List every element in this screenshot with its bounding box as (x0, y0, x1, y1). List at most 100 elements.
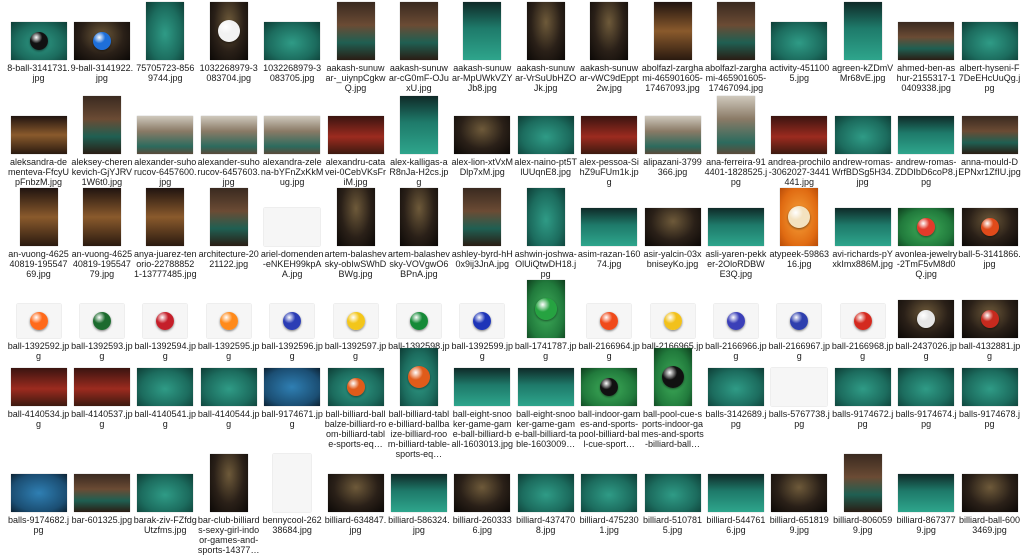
file-tile[interactable]: artem-balashevsky-obIwSWhDBWg.jpg (324, 186, 387, 279)
file-tile[interactable]: albert-hyseni-F7DeEHcUuQg.jpg (958, 0, 1021, 93)
file-tile[interactable]: balls-5767738.jpg (768, 346, 831, 429)
file-tile[interactable]: alexander-suhorucov-6457600.jpg (134, 94, 197, 187)
file-tile[interactable]: anna-mould-DEPNxr1ZfIU.jpg (958, 94, 1021, 177)
file-tile[interactable]: ball-billiard-table-billiard-ballbaize-b… (387, 346, 450, 459)
file-tile[interactable]: aakash-sunuwar-MpUWkVZYJb8.jpg (451, 0, 514, 93)
file-tile[interactable]: 75705723-8569744.jpg (134, 0, 197, 83)
file-tile[interactable]: ball-4140534.jpg (7, 346, 70, 429)
file-tile[interactable]: billiard-5447616.jpg (704, 452, 767, 535)
file-tile[interactable]: 8-ball-3141731.jpg (7, 0, 70, 83)
image-thumbnail (961, 300, 1018, 338)
image-thumbnail (327, 368, 384, 406)
file-tile[interactable]: ashwin-joshwa-OlUiQtwDH18.jpg (514, 186, 577, 279)
file-tile[interactable]: alexander-suhorucov-6457603.jpg (197, 94, 260, 187)
file-tile[interactable]: ashley-byrd-hH0x9ij3JnA.jpg (451, 186, 514, 269)
file-tile[interactable]: alexandra-zelena-bYFnZxKkMug.jpg (261, 94, 324, 187)
file-tile[interactable]: ball-4140541.jpg (134, 346, 197, 429)
file-tile[interactable]: balls-9174672.jpg (831, 346, 894, 429)
file-name-label: atypeek-5986316.jpg (769, 249, 830, 269)
file-tile[interactable]: aleksey-cherenkevich-GjYJRV1W6t0.jpg (70, 94, 133, 187)
file-tile[interactable]: billiard-ball-6003469.jpg (958, 452, 1021, 535)
ball-shape (917, 310, 936, 328)
file-tile[interactable]: ariel-domenden-eNKEH99kpAA.jpg (261, 186, 324, 279)
file-name-label: aakash-sunuwar-MpUWkVZYJb8.jpg (452, 63, 513, 93)
file-tile[interactable]: ball-pool-cue-sports-indoor-games-and-sp… (641, 346, 704, 449)
file-tile[interactable]: asim-razan-16074.jpg (578, 186, 641, 269)
image-thumbnail (143, 304, 188, 338)
file-tile[interactable]: 1032268979-3083705.jpg (261, 0, 324, 83)
file-tile[interactable]: ball-eight-snooker-game-game-ball-billia… (451, 346, 514, 449)
file-tile[interactable]: avonlea-jewelry-2TmF5vM8d0Q.jpg (895, 186, 958, 279)
file-tile[interactable]: anya-juarez-tenorio-227888521-13777485.j… (134, 186, 197, 279)
file-tile[interactable]: architecture-2021122.jpg (197, 186, 260, 269)
file-tile[interactable]: ana-ferreira-914401-1828525.jpg (704, 94, 767, 187)
file-tile[interactable]: balls-9174674.jpg (895, 346, 958, 429)
file-tile[interactable]: ball-billiard-ballbalze-billiard-room-bi… (324, 346, 387, 449)
file-tile[interactable]: ahmed-ben-ashur-2155317-10409338.jpg (895, 0, 958, 93)
file-tile[interactable]: ball-4140537.jpg (70, 346, 133, 429)
file-tile[interactable]: andrew-romas-WrfBDSg5H34.jpg (831, 94, 894, 187)
file-tile[interactable]: billiard-5107815.jpg (641, 452, 704, 535)
file-tile[interactable]: an-vuong-462540819-19554769.jpg (7, 186, 70, 279)
file-tile[interactable]: 9-ball-3141922.jpg (70, 0, 133, 83)
file-tile[interactable]: atypeek-5986316.jpg (768, 186, 831, 269)
file-tile[interactable]: abolfazl-zarghami-465901605-17467093.jpg (641, 0, 704, 93)
file-tile[interactable]: billiard-8673779.jpg (895, 452, 958, 535)
file-tile[interactable]: andrew-romas-ZDDIbD6coP8.jpg (895, 94, 958, 187)
file-tile[interactable]: agreen-kZDmVMr68vE.jpg (831, 0, 894, 83)
file-tile[interactable]: aakash-sunuwar-_uiynpCgkwQ.jpg (324, 0, 387, 93)
file-name-label: alex-lion-xtVxMDlp7xM.jpg (451, 157, 514, 177)
file-tile[interactable]: avi-richards-pYxkImx886M.jpg (831, 186, 894, 269)
image-thumbnail (644, 474, 701, 512)
file-tile[interactable]: billiard-4752301.jpg (578, 452, 641, 535)
file-tile[interactable]: abolfazl-zarghami-465901605-17467094.jpg (704, 0, 767, 93)
file-tile[interactable]: asli-yaren-pekker-2OloRDBWE3Q.jpg (704, 186, 767, 279)
file-tile[interactable]: an-vuong-462540819-19554779.jpg (70, 186, 133, 279)
file-tile[interactable]: alex-kalligas-aR8nJa-H2cs.jpg (387, 94, 450, 187)
file-tile[interactable]: ball-indoor-games-and-sports-pool-billia… (578, 346, 641, 449)
file-tile[interactable]: andrea-prochilo-3062027-3441441.jpg (768, 94, 831, 187)
file-tile[interactable]: alexandru-catavei-0CebVKsFriM.jpg (324, 94, 387, 187)
file-tile[interactable]: ball-5-3141866.jpg (958, 186, 1021, 269)
image-thumbnail (707, 208, 764, 246)
file-tile[interactable]: billiard-634847.jpg (324, 452, 387, 535)
file-tile[interactable]: balls-3142689.jpg (704, 346, 767, 429)
file-tile[interactable]: aakash-sunuwar-vWC9dEppt2w.jpg (578, 0, 641, 93)
file-tile[interactable]: ball-4140544.jpg (197, 346, 260, 429)
file-tile[interactable]: 1032268979-3083704.jpg (197, 0, 260, 83)
file-tile[interactable]: billiard-586324.jpg (387, 452, 450, 535)
file-tile[interactable]: activity-4511005.jpg (768, 0, 831, 83)
file-tile[interactable]: billiard-6518199.jpg (768, 452, 831, 535)
image-thumbnail (327, 116, 384, 154)
file-tile[interactable]: alex-pessoa-SihZ9uFUm1k.jpg (578, 94, 641, 187)
file-tile[interactable]: bar-601325.jpg (70, 452, 133, 525)
file-tile[interactable]: artem-balashevsky-VOVgwO6BPnA.jpg (387, 186, 450, 279)
file-tile[interactable]: ball-eight-snooker-game-game-ball-billia… (514, 346, 577, 449)
file-tile[interactable]: barak-ziv-FZfdgUtzfms.jpg (134, 452, 197, 535)
image-thumbnail (898, 474, 955, 512)
image-thumbnail (898, 116, 955, 154)
file-tile[interactable]: aakash-sunuwar-cG0mF-OJuxU.jpg (387, 0, 450, 93)
file-tile[interactable]: bennycool-26238684.jpg (261, 452, 324, 535)
file-tile[interactable]: billiard-4374708.jpg (514, 452, 577, 535)
file-tile[interactable]: billiard-8060599.jpg (831, 452, 894, 535)
file-name-label: billiard-4752301.jpg (579, 515, 639, 535)
image-thumbnail (590, 2, 629, 60)
file-tile[interactable]: bar-club-billiards-sexy-girl-indoor-game… (197, 452, 260, 555)
image-thumbnail (460, 304, 505, 338)
image-thumbnail (961, 116, 1018, 154)
file-tile[interactable]: alipazani-3799366.jpg (641, 94, 704, 177)
file-tile[interactable]: alex-naino-pt5TlUUqnE8.jpg (514, 94, 577, 177)
file-name-label: ball-pool-cue-sports-indoor-games-and-sp… (641, 409, 704, 449)
file-tile[interactable]: aakash-sunuwar-VrSuUbHZOJk.jpg (514, 0, 577, 93)
file-tile[interactable]: ball-9174671.jpg (261, 346, 324, 429)
file-tile[interactable]: balls-9174682.jpg (7, 452, 70, 535)
file-tile[interactable]: alex-lion-xtVxMDlp7xM.jpg (451, 94, 514, 177)
file-name-label: billiard-8673779.jpg (896, 515, 956, 535)
ball-shape (29, 312, 48, 330)
file-tile[interactable]: asir-yalcin-03xbniseyKo.jpg (641, 186, 704, 269)
file-name-label: ball-4140544.jpg (197, 409, 260, 429)
file-tile[interactable]: billiard-2603336.jpg (451, 452, 514, 535)
file-tile[interactable]: aleksandra-dementeva-FfcyUpFnbzM.jpg (7, 94, 70, 187)
file-tile[interactable]: balls-9174678.jpg (958, 346, 1021, 429)
